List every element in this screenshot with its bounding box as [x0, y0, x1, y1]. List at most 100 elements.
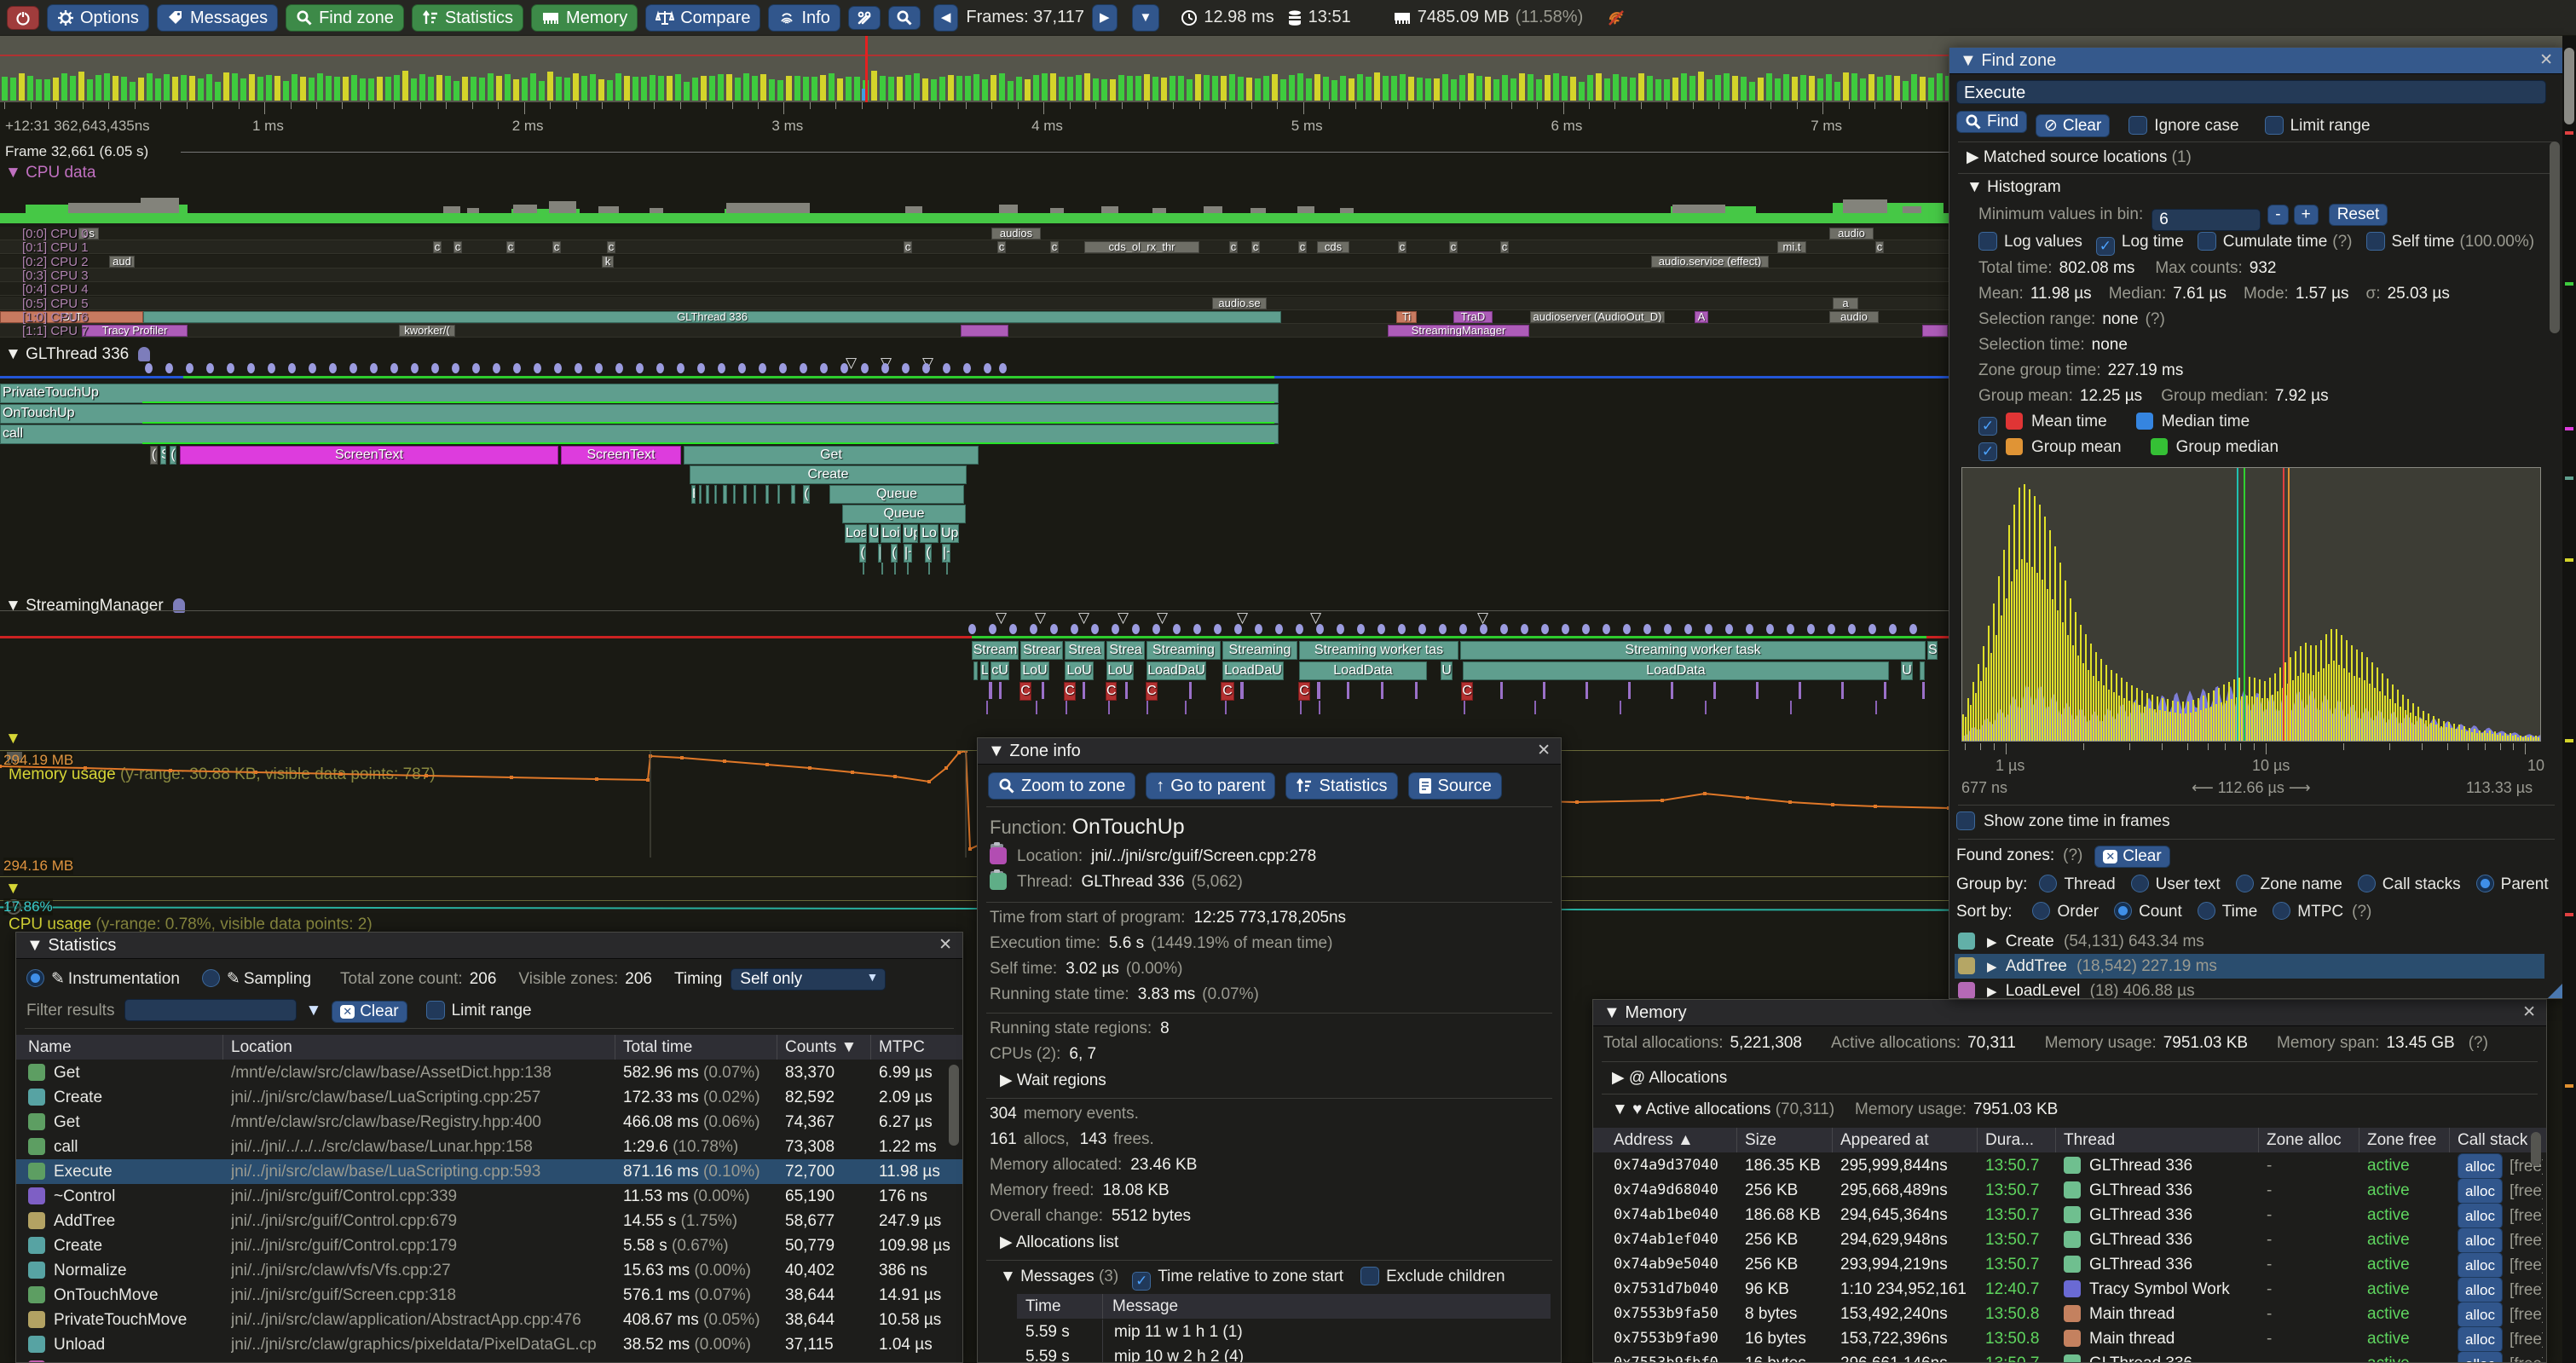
found-zone-row[interactable]: ▶ Create (54,131) 643.34 ms: [1955, 929, 2544, 954]
streaming-zone[interactable]: [1922, 682, 1925, 699]
filter-input[interactable]: [124, 999, 297, 1021]
message-dot[interactable]: [759, 363, 766, 373]
glthread-zone[interactable]: [791, 485, 795, 504]
cpu-zone[interactable]: c: [1398, 241, 1406, 253]
column-header[interactable]: Name: [28, 1035, 72, 1060]
frame-bar[interactable]: [675, 74, 681, 101]
frame-bar[interactable]: [718, 74, 724, 101]
frame-bar[interactable]: [1229, 74, 1235, 101]
streaming-zone[interactable]: [1920, 661, 1925, 680]
main-scrollbar-thumb[interactable]: [2564, 48, 2574, 124]
frame-bar[interactable]: [1221, 76, 1227, 101]
message-dot[interactable]: [1480, 624, 1487, 634]
message-dot[interactable]: [513, 363, 521, 373]
message-dot[interactable]: [1009, 624, 1017, 634]
message-dot[interactable]: [1152, 624, 1160, 634]
frame-bar[interactable]: [181, 75, 187, 101]
frame-marker-icon[interactable]: ▽: [1157, 612, 1168, 624]
frame-bar[interactable]: [343, 77, 349, 101]
find-zone-scrollbar-thumb[interactable]: [2550, 141, 2560, 333]
message-dot[interactable]: [800, 363, 807, 373]
group-by-radio[interactable]: [2358, 875, 2376, 892]
frame-bar[interactable]: [684, 82, 690, 101]
cpu-zone[interactable]: audio.se: [1212, 297, 1267, 309]
message-dot[interactable]: [1623, 624, 1631, 634]
frame-bar[interactable]: [1672, 78, 1678, 101]
frame-bar[interactable]: [590, 74, 596, 101]
frame-bar[interactable]: [914, 73, 920, 101]
message-dot[interactable]: [1521, 624, 1528, 634]
frame-bar[interactable]: [1570, 77, 1576, 101]
glthread-zone[interactable]: [743, 485, 747, 504]
message-dot[interactable]: [595, 363, 603, 373]
frame-bar[interactable]: [19, 73, 25, 101]
message-dot[interactable]: [411, 363, 419, 373]
frame-bar[interactable]: [948, 75, 954, 101]
frame-bar[interactable]: [1042, 73, 1048, 101]
message-column-header[interactable]: Message: [1112, 1294, 1178, 1319]
frame-bar[interactable]: [598, 79, 604, 101]
frame-bar[interactable]: [411, 78, 417, 101]
collapse-triangle-icon[interactable]: ▼ StreamingManager: [5, 597, 168, 615]
frame-bar[interactable]: [1937, 73, 1943, 101]
collapse-triangle-icon[interactable]: ▼: [1603, 1003, 1625, 1022]
collapse-triangle-icon[interactable]: ▼: [1960, 51, 1981, 70]
cpu-zone[interactable]: c: [904, 241, 912, 253]
message-dot[interactable]: [575, 363, 582, 373]
frame-bar[interactable]: [1817, 78, 1823, 101]
glthread-zone[interactable]: (: [891, 544, 898, 563]
cpu-zone[interactable]: k: [602, 256, 614, 268]
frame-bar[interactable]: [1366, 77, 1372, 101]
frame-bar[interactable]: [692, 78, 698, 101]
glthread-stack-zone[interactable]: [0, 384, 1279, 403]
frame-bar[interactable]: [1834, 82, 1840, 101]
found-zone-row[interactable]: ▶ AddTree (18,542) 227.19 ms: [1955, 954, 2544, 979]
prev-frame-button[interactable]: ◀: [933, 4, 959, 32]
message-row[interactable]: 5.59 smip 11 w 1 h 1 (1): [1017, 1320, 1551, 1344]
frame-bar[interactable]: [1238, 77, 1244, 101]
glthread-zone[interactable]: [765, 485, 769, 504]
increment-button[interactable]: +: [2294, 205, 2319, 225]
message-dot[interactable]: [1684, 624, 1692, 634]
frame-bar[interactable]: [1383, 76, 1389, 101]
streaming-zone[interactable]: [1841, 682, 1844, 699]
streaming-zone[interactable]: [1628, 682, 1631, 699]
streaming-zone[interactable]: [1585, 682, 1588, 699]
frame-bar[interactable]: [1255, 78, 1261, 101]
frame-bar[interactable]: [1843, 72, 1849, 101]
cpu-core-row[interactable]: cccccccds_ol_rx_thrccccccdscccmi.tc[0:1]…: [0, 240, 1949, 254]
streaming-zone[interactable]: [989, 682, 992, 699]
frame-bar[interactable]: [931, 79, 937, 101]
message-dot[interactable]: [1766, 624, 1774, 634]
frame-bar[interactable]: [1732, 76, 1738, 101]
column-header[interactable]: Zone alloc: [2267, 1128, 2342, 1152]
clear-search-button[interactable]: ⊘Clear: [2036, 114, 2110, 137]
frame-bar[interactable]: [249, 74, 255, 101]
cpu-zone[interactable]: c: [552, 241, 561, 253]
frame-bar[interactable]: [1630, 78, 1636, 101]
frame-bar[interactable]: [10, 78, 16, 101]
frame-bar[interactable]: [1135, 76, 1141, 101]
frame-bar[interactable]: [1562, 76, 1568, 101]
frame-bar[interactable]: [1280, 79, 1286, 101]
log-time-checkbox[interactable]: ✓: [2096, 237, 2115, 256]
frame-marker-icon[interactable]: ▽: [1477, 612, 1488, 624]
frame-bar[interactable]: [257, 77, 263, 101]
message-dot[interactable]: [718, 363, 725, 373]
find-zone-histogram[interactable]: [1961, 467, 2541, 742]
message-dot[interactable]: [534, 363, 541, 373]
cpu-zone[interactable]: cds: [1317, 241, 1349, 253]
frame-bar[interactable]: [846, 77, 852, 101]
message-dot[interactable]: [1848, 624, 1856, 634]
limit-range-checkbox[interactable]: [2265, 116, 2284, 135]
frame-bar[interactable]: [334, 77, 340, 101]
frame-bar[interactable]: [1195, 74, 1201, 101]
glthread-stack-zone[interactable]: [0, 424, 1279, 444]
frame-bar[interactable]: [820, 75, 826, 101]
cpu-zone[interactable]: kworker/(: [399, 325, 455, 337]
streaming-zone[interactable]: U: [1441, 661, 1453, 680]
column-header[interactable]: Appeared at: [1840, 1128, 1929, 1152]
glthread-header[interactable]: ▼ GLThread 336: [5, 345, 150, 364]
frame-bar[interactable]: [1025, 79, 1031, 101]
group-by-radio[interactable]: [2131, 875, 2149, 892]
